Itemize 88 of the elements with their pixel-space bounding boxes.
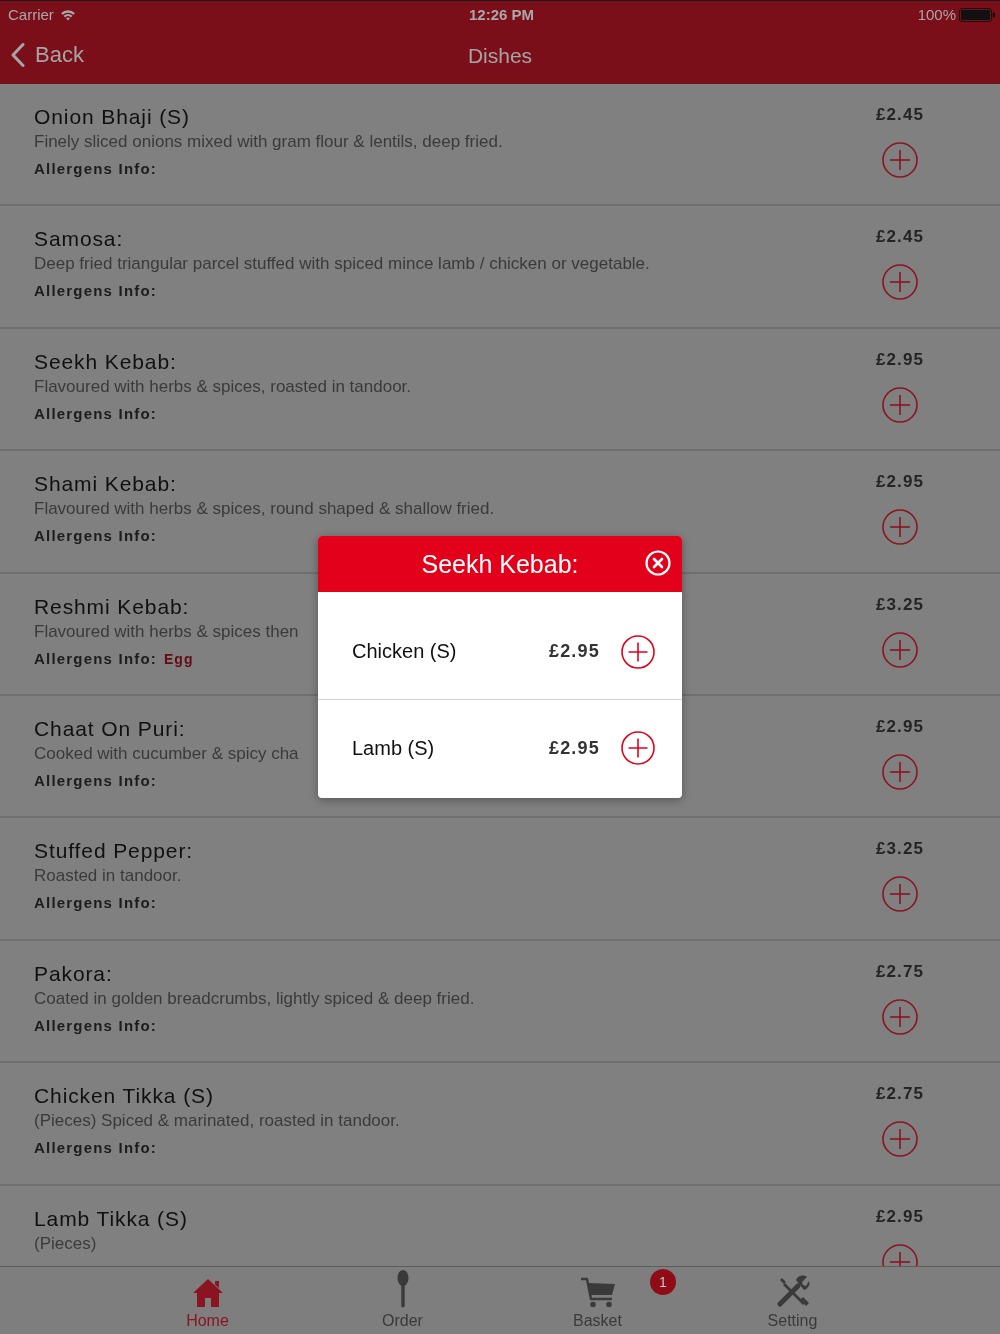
cart-icon bbox=[579, 1276, 616, 1308]
dish-name: Pakora: bbox=[34, 960, 113, 987]
add-button[interactable] bbox=[882, 509, 918, 546]
allergens-label: Allergens Info: bbox=[34, 160, 157, 177]
allergens-label: Allergens Info: bbox=[34, 649, 157, 667]
plus-circle-icon bbox=[621, 731, 655, 765]
allergens-label: Allergens Info: bbox=[34, 1139, 157, 1157]
dish-price: £2.75 bbox=[875, 1084, 924, 1105]
house-icon bbox=[191, 1278, 224, 1308]
plus-circle-icon bbox=[882, 1121, 918, 1158]
add-button[interactable] bbox=[882, 142, 918, 178]
close-button[interactable] bbox=[645, 550, 671, 576]
add-button[interactable] bbox=[882, 1121, 918, 1158]
battery-icon bbox=[959, 7, 995, 22]
dish-description: Flavoured with herbs & spices, roasted in tandoor. bbox=[34, 375, 412, 398]
dish-name: Shami Kebab: bbox=[34, 471, 177, 498]
plus-circle-icon bbox=[882, 998, 918, 1035]
plus-circle-icon bbox=[882, 753, 918, 790]
chevron-left-icon bbox=[11, 43, 25, 67]
dish-price: £2.95 bbox=[875, 472, 924, 493]
close-icon bbox=[645, 550, 671, 576]
dish-name: Lamb Tikka (S) bbox=[34, 1205, 188, 1232]
dish-description: Deep fried triangular parcel stuffed with spiced mince lamb / chicken or vegetable. bbox=[34, 253, 650, 276]
dish-name: Chicken Tikka (S) bbox=[34, 1083, 214, 1110]
add-button[interactable] bbox=[621, 731, 655, 765]
plus-circle-icon bbox=[882, 386, 918, 423]
basket-count-badge: 1 bbox=[650, 1269, 676, 1295]
add-button[interactable] bbox=[882, 386, 918, 423]
allergens-label: Allergens Info: bbox=[34, 771, 157, 789]
plus-circle-icon bbox=[882, 509, 918, 546]
add-button[interactable] bbox=[621, 634, 655, 669]
plus-circle-icon bbox=[882, 142, 918, 178]
dish-price: £2.95 bbox=[875, 349, 924, 370]
plus-circle-icon bbox=[882, 264, 918, 301]
allergens-label: Allergens Info: bbox=[34, 404, 157, 422]
wifi-icon bbox=[59, 8, 76, 21]
dish-name: Onion Bhaji (S) bbox=[34, 104, 190, 130]
dish-price: £2.45 bbox=[875, 227, 924, 248]
add-button[interactable] bbox=[882, 876, 918, 913]
popup-title: Seekh Kebab: bbox=[421, 549, 579, 579]
dish-description: Roasted in tandoor. bbox=[34, 865, 182, 888]
dish-price: £3.25 bbox=[875, 594, 924, 615]
option-price: £2.95 bbox=[548, 737, 600, 759]
dish-name: Seekh Kebab: bbox=[34, 348, 177, 375]
add-button[interactable] bbox=[882, 631, 918, 668]
dish-name: Samosa: bbox=[34, 226, 124, 253]
tab-bar-item[interactable]: Order bbox=[305, 1267, 500, 1334]
dish-description: Coated in golden breadcrumbs, lightly spiced & deep fried. bbox=[34, 987, 475, 1010]
allergens-label: Allergens Info: bbox=[34, 282, 157, 300]
dish-price: £3.25 bbox=[875, 839, 924, 860]
carrier-label: Carrier bbox=[8, 6, 54, 23]
option-row[interactable]: Chicken (S) £2.95 bbox=[318, 604, 682, 700]
dish-price: £2.75 bbox=[875, 961, 924, 982]
add-button[interactable] bbox=[882, 998, 918, 1035]
allergens-label: Allergens Info: bbox=[34, 1016, 157, 1034]
clock-time: 12:26 PM bbox=[468, 6, 534, 23]
dish-name: Chaat On Puri: bbox=[34, 715, 186, 742]
dish-name: Reshmi Kebab: bbox=[34, 593, 190, 620]
allergens-label: Allergens Info: bbox=[34, 527, 157, 545]
dish-description: (Pieces) Spiced & marinated, roasted in tandoor. bbox=[34, 1110, 400, 1133]
option-name: Lamb (S) bbox=[352, 736, 436, 760]
allergen-value: Egg bbox=[164, 650, 194, 667]
dish-description: Cooked with cucumber & spicy cha bbox=[34, 742, 299, 765]
dish-price: £2.45 bbox=[875, 105, 924, 125]
plus-circle-icon bbox=[621, 634, 655, 669]
option-row[interactable]: Lamb (S) £2.95 bbox=[318, 700, 682, 796]
add-button[interactable] bbox=[882, 264, 918, 301]
dish-description: (Pieces) bbox=[34, 1232, 97, 1255]
option-name: Chicken (S) bbox=[352, 640, 458, 663]
dish-price: £2.95 bbox=[875, 716, 924, 737]
tab-bar-item[interactable]: Setting bbox=[695, 1267, 890, 1334]
dish-description: Flavoured with herbs & spices then bbox=[34, 620, 299, 643]
battery-percent: 100% bbox=[917, 6, 956, 23]
tab-bar-item[interactable]: Basket 1 bbox=[500, 1267, 695, 1334]
tab-bar-item[interactable]: Home bbox=[110, 1267, 305, 1334]
dish-description: Flavoured with herbs & spices, round shaped & shallow fried. bbox=[34, 498, 495, 521]
option-price: £2.95 bbox=[548, 641, 600, 662]
spoon-icon bbox=[396, 1270, 409, 1308]
tools-icon bbox=[775, 1274, 810, 1308]
screen-title: Dishes bbox=[467, 44, 533, 68]
back-button[interactable]: Back bbox=[11, 42, 84, 68]
plus-circle-icon bbox=[882, 876, 918, 913]
dish-name: Stuffed Pepper: bbox=[34, 838, 194, 865]
dish-price: £2.95 bbox=[875, 1206, 924, 1227]
add-button[interactable] bbox=[882, 753, 918, 790]
allergens-label: Allergens Info: bbox=[34, 894, 157, 912]
plus-circle-icon bbox=[882, 631, 918, 668]
dish-description: Finely sliced onions mixed with gram flour & lentils, deep fried. bbox=[34, 131, 503, 153]
